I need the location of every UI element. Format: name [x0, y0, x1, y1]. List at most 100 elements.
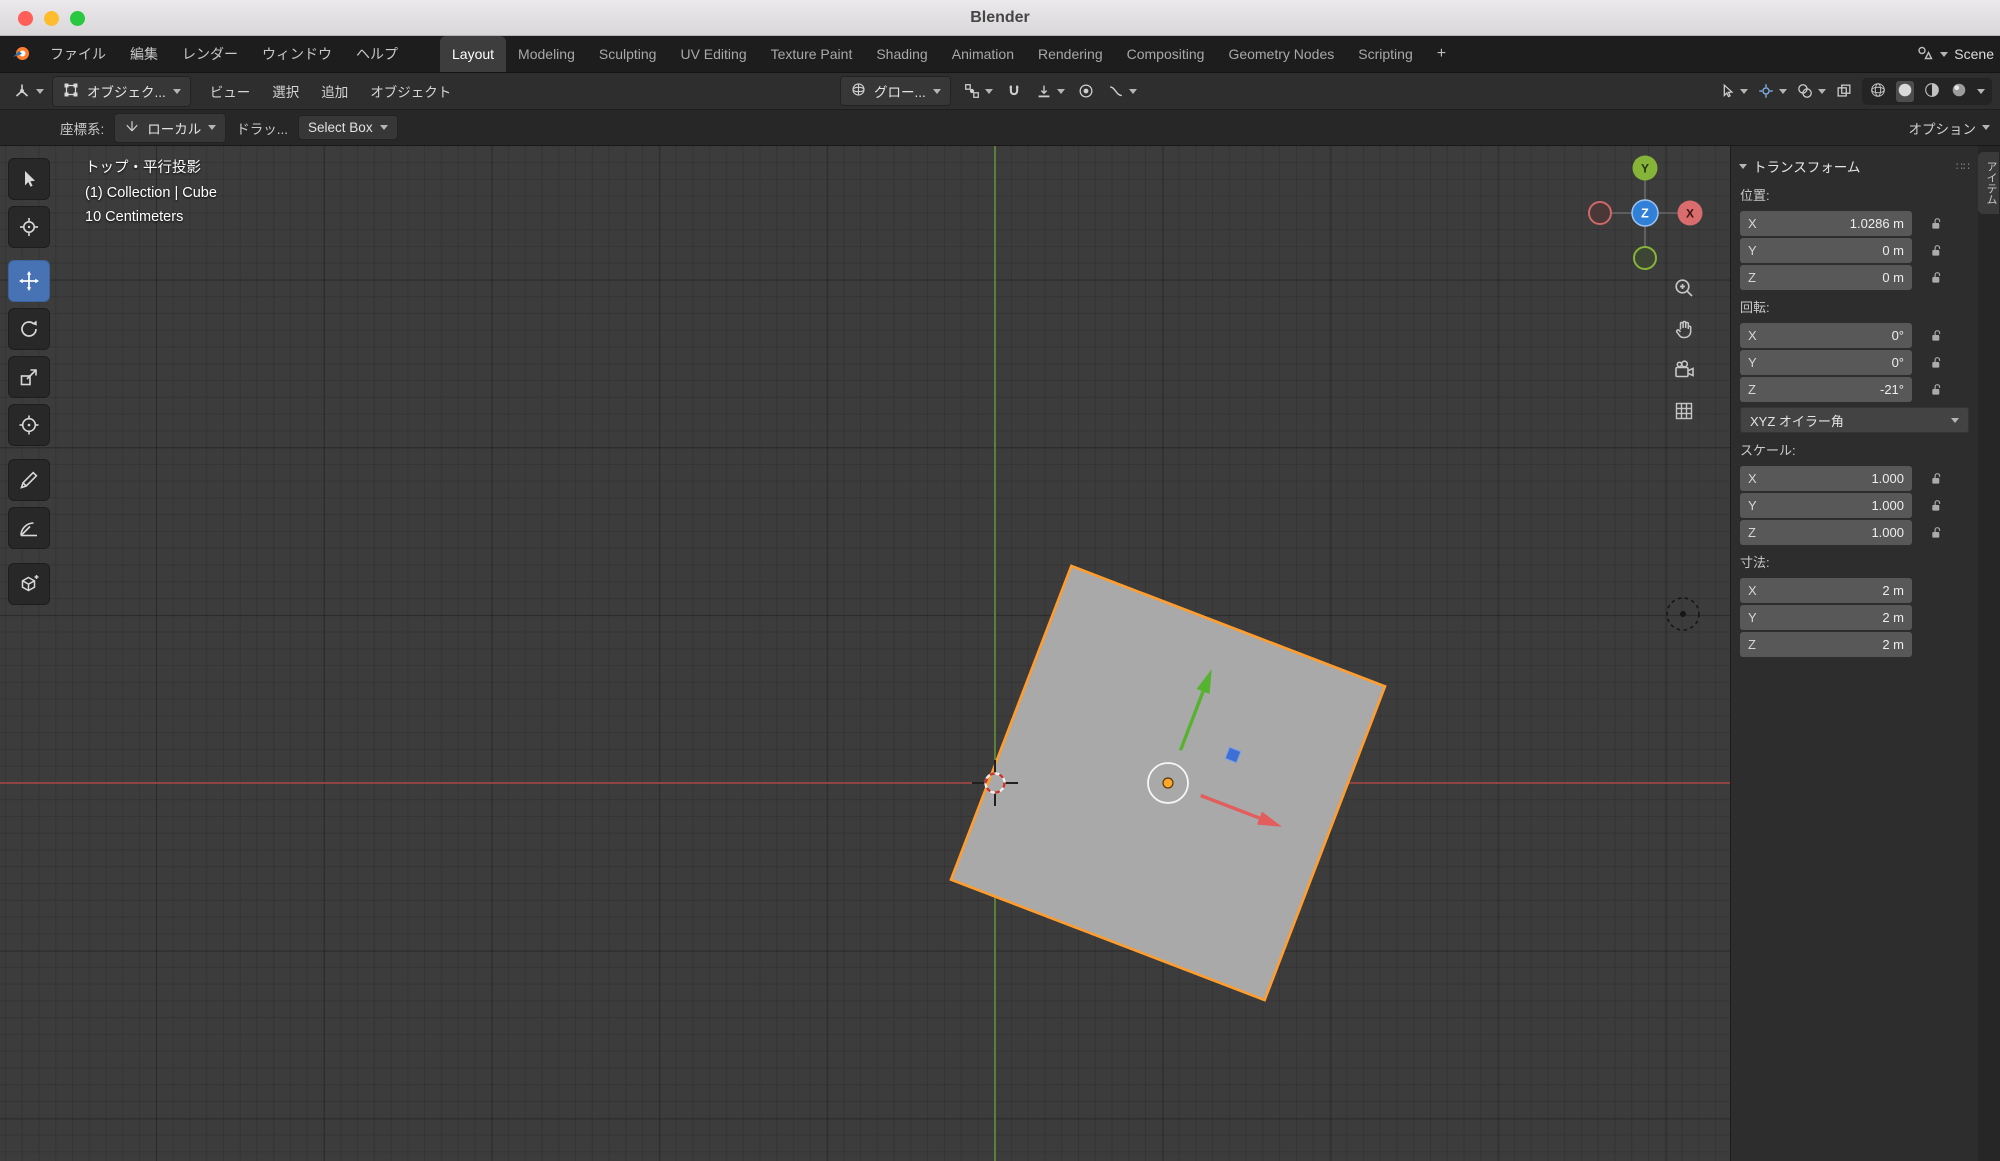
field-row: Y0° — [1740, 350, 1978, 375]
tool-options-dropdown[interactable]: オプション — [1909, 110, 1991, 145]
field-row: X2 m — [1740, 578, 1978, 603]
tool-measure[interactable] — [8, 507, 50, 549]
scale-x-field[interactable]: X1.000 — [1740, 466, 1912, 491]
location-z-field[interactable]: Z0 m — [1740, 265, 1912, 290]
tool-add-cube[interactable] — [8, 563, 50, 605]
coordinate-system-dropdown[interactable]: ローカル — [114, 113, 226, 143]
unlock-icon[interactable] — [1930, 244, 1944, 258]
tab-rendering[interactable]: Rendering — [1026, 36, 1115, 72]
snap-toggle[interactable] — [1005, 82, 1023, 100]
mode-dropdown[interactable]: オブジェク... — [52, 76, 191, 107]
scale-y-field[interactable]: Y1.000 — [1740, 493, 1912, 518]
viewport-overlay-text: トップ・平行投影 (1) Collection | Cube 10 Centim… — [85, 156, 217, 230]
tab-scripting[interactable]: Scripting — [1346, 36, 1424, 72]
menu-edit[interactable]: 編集 — [118, 46, 170, 62]
dimensions-y-field[interactable]: Y2 m — [1740, 605, 1912, 630]
show-overlays-dropdown[interactable] — [1796, 82, 1826, 100]
tool-annotate[interactable] — [8, 459, 50, 501]
menu-select[interactable]: 選択 — [261, 81, 310, 101]
unlock-icon[interactable] — [1930, 472, 1944, 486]
tool-rotate[interactable] — [8, 308, 50, 350]
unlock-icon[interactable] — [1930, 271, 1944, 285]
location-x-field[interactable]: X1.0286 m — [1740, 211, 1912, 236]
scene-selector[interactable]: Scene — [1916, 44, 2000, 65]
rotation-section-label: 回転: — [1731, 299, 1978, 317]
tool-transform[interactable] — [8, 404, 50, 446]
tab-sculpting[interactable]: Sculpting — [587, 36, 669, 72]
drag-mode-dropdown[interactable]: Select Box — [298, 115, 398, 140]
unlock-icon[interactable] — [1930, 526, 1944, 540]
shading-solid-button[interactable] — [1896, 81, 1914, 102]
view-name-label: トップ・平行投影 — [85, 156, 217, 181]
unlock-icon[interactable] — [1930, 356, 1944, 370]
selectability-dropdown[interactable] — [1718, 82, 1748, 100]
unlock-icon[interactable] — [1930, 217, 1944, 231]
sidebar-tab-item[interactable]: アイテム — [1978, 152, 1999, 214]
xray-toggle[interactable] — [1835, 82, 1853, 100]
menu-file[interactable]: ファイル — [38, 46, 118, 62]
menu-object[interactable]: オブジェクト — [359, 81, 462, 101]
tab-texture-paint[interactable]: Texture Paint — [759, 36, 865, 72]
menu-window[interactable]: ウィンドウ — [250, 46, 344, 62]
tab-shading[interactable]: Shading — [864, 36, 939, 72]
field-row: Y0 m — [1740, 238, 1978, 263]
blender-logo-icon[interactable] — [10, 43, 32, 65]
editor-type-button[interactable] — [12, 81, 44, 101]
add-workspace-button[interactable]: + — [1425, 36, 1458, 72]
rotation-z-field[interactable]: Z-21° — [1740, 377, 1912, 402]
collapse-panel-icon[interactable] — [1739, 164, 1747, 169]
menu-help[interactable]: ヘルプ — [344, 46, 410, 62]
chevron-down-icon — [1740, 89, 1748, 94]
tool-cursor[interactable] — [8, 206, 50, 248]
tab-geometry-nodes[interactable]: Geometry Nodes — [1216, 36, 1346, 72]
ortho-toggle-button[interactable] — [1669, 396, 1699, 426]
shading-rendered-button[interactable] — [1950, 81, 1968, 102]
pan-button[interactable] — [1669, 314, 1699, 344]
workspace-tabs: Layout Modeling Sculpting UV Editing Tex… — [440, 36, 1458, 72]
tab-animation[interactable]: Animation — [940, 36, 1026, 72]
dimensions-x-field[interactable]: X2 m — [1740, 578, 1912, 603]
panel-drag-handle[interactable]: ∷∷ — [1956, 160, 1970, 173]
shading-material-button[interactable] — [1923, 81, 1941, 102]
show-gizmo-dropdown[interactable] — [1757, 82, 1787, 100]
tool-move[interactable] — [8, 260, 50, 302]
tab-modeling[interactable]: Modeling — [506, 36, 587, 72]
unlock-icon[interactable] — [1930, 383, 1944, 397]
3d-viewport[interactable]: トップ・平行投影 (1) Collection | Cube 10 Centim… — [0, 146, 1730, 1161]
light-object[interactable] — [1667, 598, 1699, 630]
tool-select-box[interactable] — [8, 158, 50, 200]
axis-neg-y-ball[interactable] — [1634, 247, 1656, 269]
proportional-editing-toggle[interactable] — [1077, 82, 1095, 100]
navigation-gizmo[interactable]: Y X Z — [1587, 155, 1703, 276]
field-row: Z-21° — [1740, 377, 1978, 402]
tab-uv-editing[interactable]: UV Editing — [668, 36, 758, 72]
menu-render[interactable]: レンダー — [170, 46, 250, 62]
rotation-y-field[interactable]: Y0° — [1740, 350, 1912, 375]
tab-layout[interactable]: Layout — [440, 36, 506, 72]
field-row: Y1.000 — [1740, 493, 1978, 518]
pivot-point-dropdown[interactable] — [963, 82, 993, 100]
minimize-window-button[interactable] — [44, 11, 59, 26]
proportional-falloff-dropdown[interactable] — [1107, 82, 1137, 100]
rotation-mode-dropdown[interactable]: XYZ オイラー角 — [1740, 407, 1969, 433]
unlock-icon[interactable] — [1930, 329, 1944, 343]
location-y-field[interactable]: Y0 m — [1740, 238, 1912, 263]
rotation-x-field[interactable]: X0° — [1740, 323, 1912, 348]
close-window-button[interactable] — [18, 11, 33, 26]
dimensions-z-field[interactable]: Z2 m — [1740, 632, 1912, 657]
menu-add[interactable]: 追加 — [310, 81, 359, 101]
snap-settings-dropdown[interactable] — [1035, 82, 1065, 100]
tool-scale[interactable] — [8, 356, 50, 398]
tab-compositing[interactable]: Compositing — [1115, 36, 1217, 72]
menu-viewport-view[interactable]: ビュー — [199, 81, 262, 101]
orientation-dropdown[interactable]: グロー... — [840, 76, 951, 106]
unlock-icon[interactable] — [1930, 499, 1944, 513]
scale-z-field[interactable]: Z1.000 — [1740, 520, 1912, 545]
field-row: Z2 m — [1740, 632, 1978, 657]
shading-wireframe-button[interactable] — [1869, 81, 1887, 102]
zoom-button[interactable] — [1669, 273, 1699, 303]
camera-view-button[interactable] — [1669, 355, 1699, 385]
zoom-window-button[interactable] — [70, 11, 85, 26]
transform-panel-header[interactable]: トランスフォーム ∷∷ — [1731, 154, 1978, 178]
axis-neg-x-ball[interactable] — [1589, 202, 1611, 224]
